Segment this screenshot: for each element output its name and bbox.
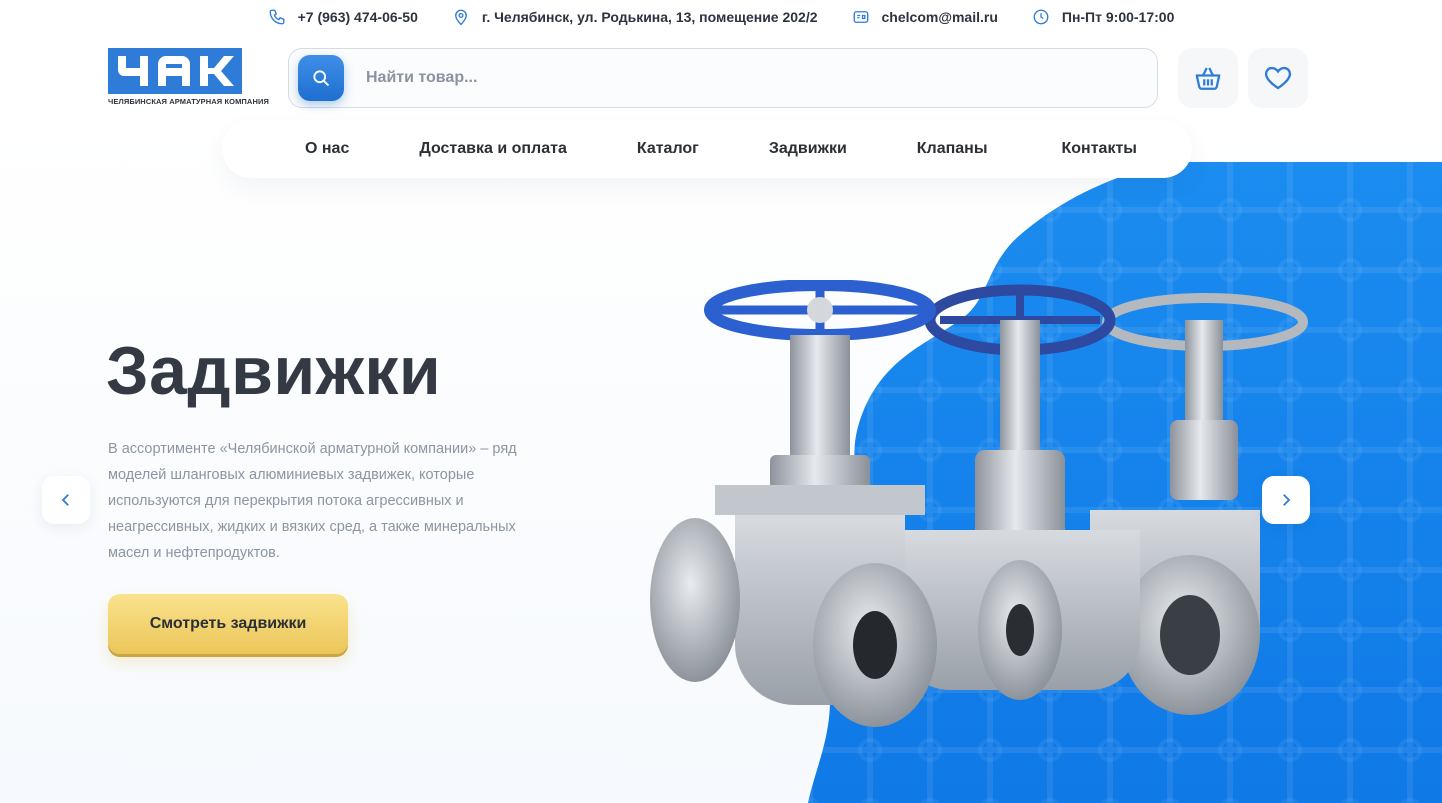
view-gate-valves-button[interactable]: Смотреть задвижки [108, 594, 348, 654]
slider-prev-button[interactable] [42, 476, 90, 524]
nav-item-about[interactable]: О нас [305, 140, 349, 158]
hero-description: В ассортименте «Челябинской арматурной к… [108, 441, 517, 561]
chevron-left-icon [61, 494, 69, 506]
slider-next-button[interactable] [1262, 476, 1310, 524]
nav-item-valves[interactable]: Клапаны [917, 140, 988, 158]
gate-valves-image [650, 280, 1308, 727]
main-navigation: О нас Доставка и оплата Каталог Задвижки… [222, 120, 1192, 178]
hero-title: Задвижки [106, 333, 442, 409]
nav-item-gate-valves[interactable]: Задвижки [769, 140, 847, 158]
nav-item-catalog[interactable]: Каталог [637, 140, 699, 158]
chevron-right-icon [1283, 494, 1291, 506]
nav-item-contacts[interactable]: Контакты [1062, 140, 1137, 158]
nav-item-delivery[interactable]: Доставка и оплата [419, 140, 567, 158]
valve-blue [650, 280, 937, 727]
